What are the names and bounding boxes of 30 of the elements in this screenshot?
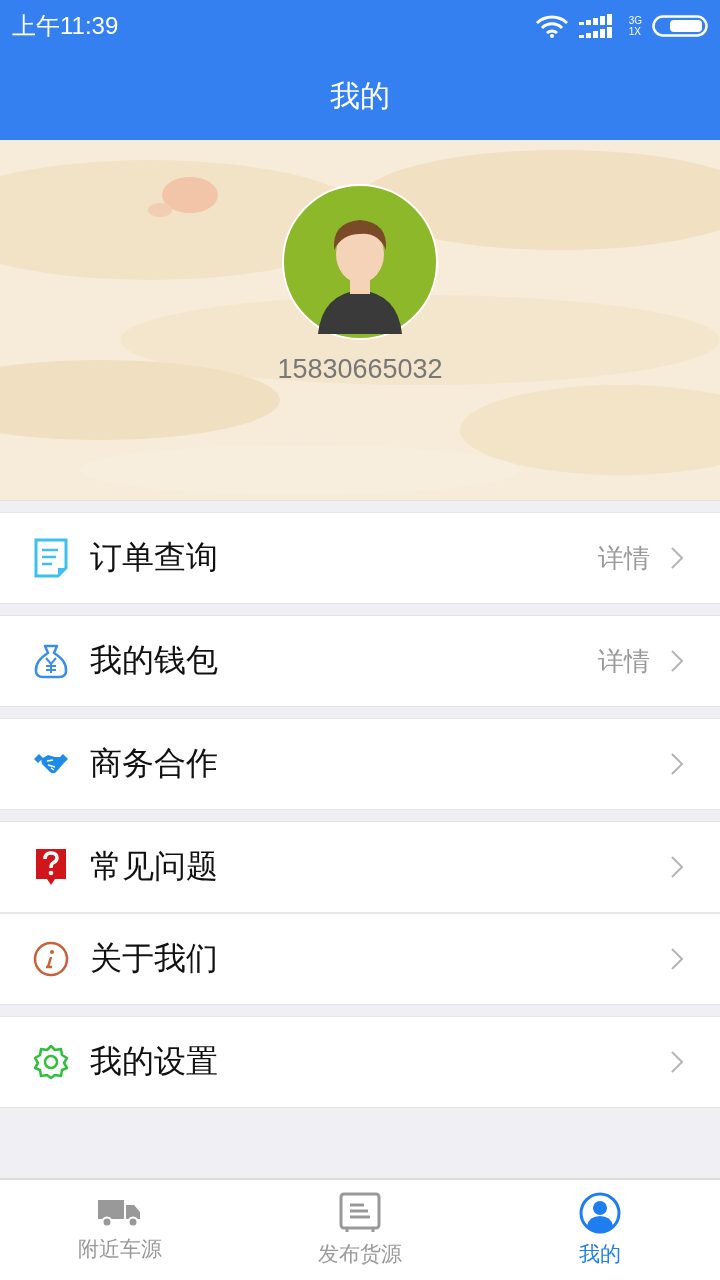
document-icon xyxy=(32,538,70,578)
chevron-icon xyxy=(670,649,684,673)
menu-item[interactable]: 常见问题 xyxy=(0,822,720,912)
menu-item[interactable]: 关于我们 xyxy=(0,912,720,1004)
chevron-icon xyxy=(670,855,684,879)
chevron-icon xyxy=(670,947,684,971)
tab[interactable]: 我的 xyxy=(480,1180,720,1280)
truck-icon xyxy=(98,1197,142,1229)
menu-item[interactable]: 我的钱包 详情 xyxy=(0,616,720,706)
form-icon xyxy=(339,1192,381,1234)
network-type: 3G xyxy=(628,15,642,26)
settings-icon xyxy=(32,1044,70,1080)
battery-icon xyxy=(652,15,708,37)
menu-item[interactable]: 我的设置 xyxy=(0,1017,720,1107)
detail-text: 详情 xyxy=(598,541,650,575)
phone-number: 15830665032 xyxy=(277,354,443,385)
avatar-icon[interactable] xyxy=(282,184,438,340)
wifi-icon xyxy=(534,14,569,38)
info-icon xyxy=(32,941,70,977)
money-bag-icon xyxy=(32,643,70,679)
detail-text: 详情 xyxy=(598,644,650,678)
chevron-icon xyxy=(670,752,684,776)
menu-item[interactable]: 订单查询 详情 xyxy=(0,513,720,603)
status-time: 上午11:39 xyxy=(12,11,119,41)
profile-icon xyxy=(579,1192,621,1234)
chevron-icon xyxy=(670,546,684,570)
page-title: 我的 xyxy=(330,76,390,115)
network-type: 1X xyxy=(628,26,642,37)
menu-item[interactable]: 商务合作 xyxy=(0,719,720,809)
chevron-icon xyxy=(670,1050,684,1074)
